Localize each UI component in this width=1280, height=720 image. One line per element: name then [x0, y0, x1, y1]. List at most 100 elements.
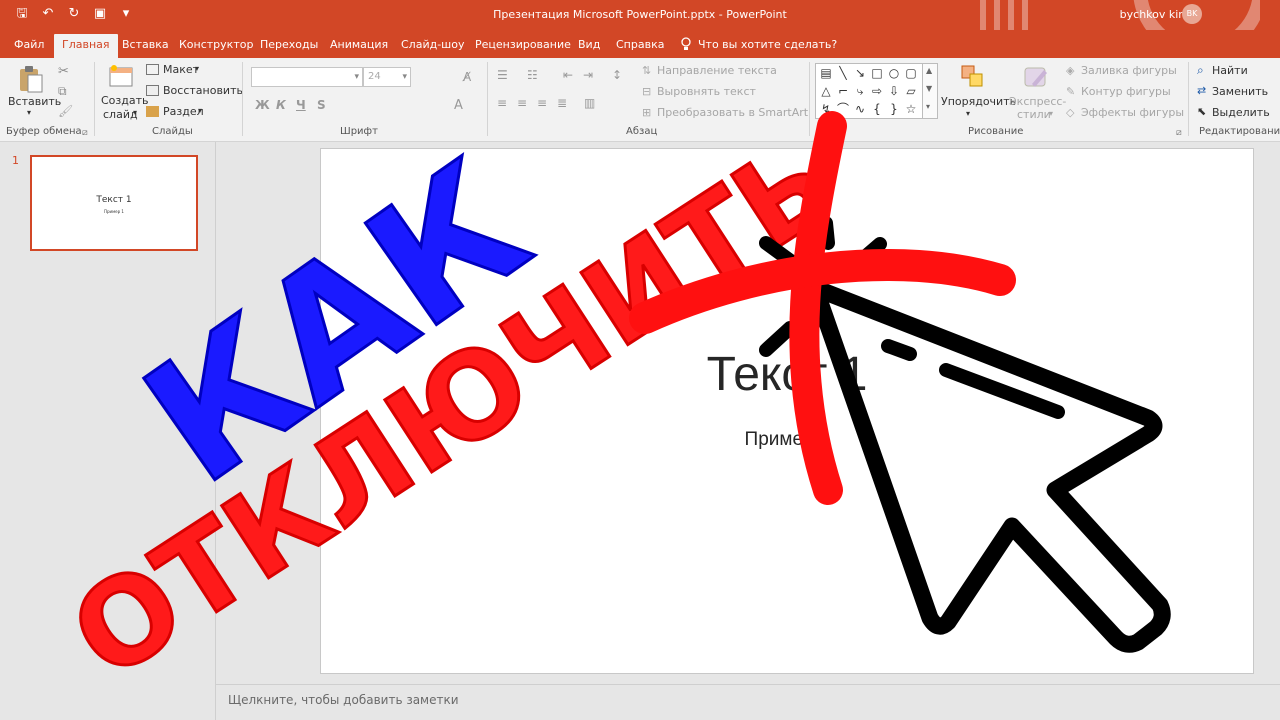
- quick-styles-label[interactable]: стили: [1017, 108, 1051, 121]
- paragraph-group-label: Абзац: [626, 126, 658, 137]
- align-right-icon[interactable]: ≡: [537, 96, 547, 110]
- triangle-shape-icon[interactable]: △: [819, 84, 833, 98]
- down-arrow-shape-icon[interactable]: ⇩: [887, 84, 901, 98]
- tab-file[interactable]: Файл: [6, 34, 52, 58]
- rounded-rect-shape-icon[interactable]: ▢: [904, 66, 918, 80]
- textbox-shape-icon[interactable]: ▤: [819, 66, 833, 80]
- divider: [242, 62, 243, 136]
- layout-dropdown-icon[interactable]: ▾: [195, 64, 199, 73]
- align-text-button[interactable]: Выровнять текст: [657, 85, 756, 98]
- shapes-gallery[interactable]: ▤ ╲ ↘ □ ○ ▢ △ ⌐ ⤷ ⇨ ⇩ ▱ ↯ ⌒ ∿ { } ☆: [815, 63, 923, 119]
- section-dropdown-icon[interactable]: ▾: [198, 106, 202, 115]
- slides-group-label: Слайды: [152, 126, 193, 137]
- quick-styles-button[interactable]: Экспресс-: [1009, 95, 1066, 108]
- line-spacing-icon[interactable]: ↕: [612, 68, 622, 82]
- elbow-connector-icon[interactable]: ⌐: [836, 84, 850, 98]
- lightbulb-icon: [681, 37, 691, 50]
- drawing-launcher-icon[interactable]: ⧄: [1176, 128, 1182, 138]
- align-left-icon[interactable]: ≡: [497, 96, 507, 110]
- arrange-button[interactable]: Упорядочить: [941, 95, 1016, 108]
- reset-icon: [146, 85, 159, 96]
- tab-home[interactable]: Главная: [54, 34, 118, 58]
- align-center-icon[interactable]: ≡: [517, 96, 527, 110]
- reset-button[interactable]: Восстановить: [163, 84, 243, 97]
- clear-format-icon[interactable]: A̸: [463, 70, 471, 84]
- freeform-shape-icon[interactable]: ↯: [819, 102, 833, 116]
- rectangle-shape-icon[interactable]: □: [870, 66, 884, 80]
- replace-button[interactable]: Заменить: [1212, 85, 1268, 98]
- scroll-down-icon[interactable]: ▼: [926, 84, 932, 93]
- increase-indent-icon[interactable]: ⇥: [583, 68, 593, 82]
- curve-shape-icon[interactable]: ∿: [853, 102, 867, 116]
- select-button[interactable]: Выделить: [1212, 106, 1270, 119]
- tab-review[interactable]: Рецензирование: [467, 34, 579, 58]
- slide-title[interactable]: Текст 1: [321, 347, 1253, 402]
- star-shape-icon[interactable]: ☆: [904, 102, 918, 116]
- text-direction-button[interactable]: Направление текста: [657, 64, 777, 77]
- tab-help[interactable]: Справка: [608, 34, 672, 58]
- smartart-button[interactable]: Преобразовать в SmartArt: [657, 106, 808, 119]
- new-slide-dropdown-icon[interactable]: ▾: [133, 108, 137, 117]
- font-name-combo[interactable]: ▾: [251, 67, 363, 87]
- arrow-line-shape-icon[interactable]: ↘: [853, 66, 867, 80]
- font-color-icon[interactable]: A: [454, 98, 463, 113]
- italic-button[interactable]: К: [276, 98, 286, 112]
- divider: [487, 62, 488, 136]
- shape-fill-icon: ◈: [1066, 64, 1075, 77]
- tab-view[interactable]: Вид: [570, 34, 608, 58]
- new-slide-button[interactable]: Создать: [101, 94, 149, 107]
- scroll-up-icon[interactable]: ▲: [926, 66, 932, 75]
- shape-outline-button[interactable]: Контур фигуры: [1081, 85, 1171, 98]
- smartart-icon: ⊞: [642, 106, 652, 119]
- shape-fill-button[interactable]: Заливка фигуры: [1081, 64, 1177, 77]
- shadow-button[interactable]: S: [317, 98, 326, 112]
- tab-slideshow[interactable]: Слайд-шоу: [393, 34, 472, 58]
- tell-me-text: Что вы хотите сделать?: [698, 38, 838, 51]
- clipboard-launcher-icon[interactable]: ⧄: [82, 128, 88, 138]
- font-size-combo[interactable]: 24 ▾: [363, 67, 411, 87]
- bold-button[interactable]: Ж: [255, 98, 270, 112]
- shape-effects-button[interactable]: Эффекты фигуры: [1081, 106, 1184, 119]
- new-slide-icon[interactable]: [108, 64, 136, 90]
- tab-insert[interactable]: Вставка: [114, 34, 177, 58]
- more-shapes-icon[interactable]: ▾: [926, 102, 930, 111]
- find-button[interactable]: Найти: [1212, 64, 1248, 77]
- justify-icon[interactable]: ≣: [557, 96, 567, 110]
- columns-icon[interactable]: ▥: [584, 96, 595, 110]
- underline-button[interactable]: Ч: [296, 98, 306, 112]
- tab-design[interactable]: Конструктор: [171, 34, 261, 58]
- arrange-dropdown-icon[interactable]: ▾: [966, 109, 970, 118]
- ribbon-tabs: Файл Главная Вставка Конструктор Переход…: [0, 30, 1280, 58]
- thumbnail-number: 1: [12, 154, 19, 167]
- slide-thumbnail[interactable]: Текст 1 Пример 1: [30, 155, 198, 251]
- arc-shape-icon[interactable]: ⌒: [836, 102, 850, 116]
- paste-icon[interactable]: [16, 64, 46, 94]
- notes-pane[interactable]: Щелкните, чтобы добавить заметки: [216, 684, 1280, 720]
- paste-button[interactable]: Вставить: [8, 95, 61, 108]
- replace-icon: ⇄: [1197, 84, 1207, 97]
- slide-canvas[interactable]: Текст 1 Пример 1: [320, 148, 1254, 674]
- flowchart-shape-icon[interactable]: ▱: [904, 84, 918, 98]
- copy-icon[interactable]: ⧉: [58, 84, 67, 99]
- brace-right-icon[interactable]: }: [887, 102, 901, 116]
- brace-left-icon[interactable]: {: [870, 102, 884, 116]
- format-painter-icon[interactable]: 🖌: [58, 104, 73, 118]
- oval-shape-icon[interactable]: ○: [887, 66, 901, 80]
- layout-button[interactable]: Макет: [163, 63, 199, 76]
- ribbon-home: Вставить ▾ ✂ ⧉ 🖌 Буфер обмена ⧄ Создать …: [0, 58, 1280, 142]
- cut-icon[interactable]: ✂: [58, 64, 69, 79]
- tell-me-box[interactable]: Что вы хотите сделать?: [680, 37, 837, 51]
- line-shape-icon[interactable]: ╲: [836, 66, 850, 80]
- shape-effects-icon: ◇: [1066, 106, 1075, 119]
- shapes-gallery-scroll[interactable]: ▲ ▼ ▾: [922, 63, 938, 119]
- right-arrow-shape-icon[interactable]: ⇨: [870, 84, 884, 98]
- elbow-arrow-icon[interactable]: ⤷: [853, 84, 867, 98]
- numbering-icon[interactable]: ☷: [527, 68, 538, 82]
- quick-styles-dropdown-icon[interactable]: ▾: [1049, 109, 1053, 118]
- decrease-indent-icon[interactable]: ⇤: [563, 68, 573, 82]
- tab-animations[interactable]: Анимация: [322, 34, 396, 58]
- bullets-icon[interactable]: ☰: [497, 68, 508, 82]
- paste-dropdown-icon[interactable]: ▾: [27, 108, 31, 117]
- slide-subtitle[interactable]: Пример 1: [321, 429, 1253, 451]
- tab-transitions[interactable]: Переходы: [252, 34, 326, 58]
